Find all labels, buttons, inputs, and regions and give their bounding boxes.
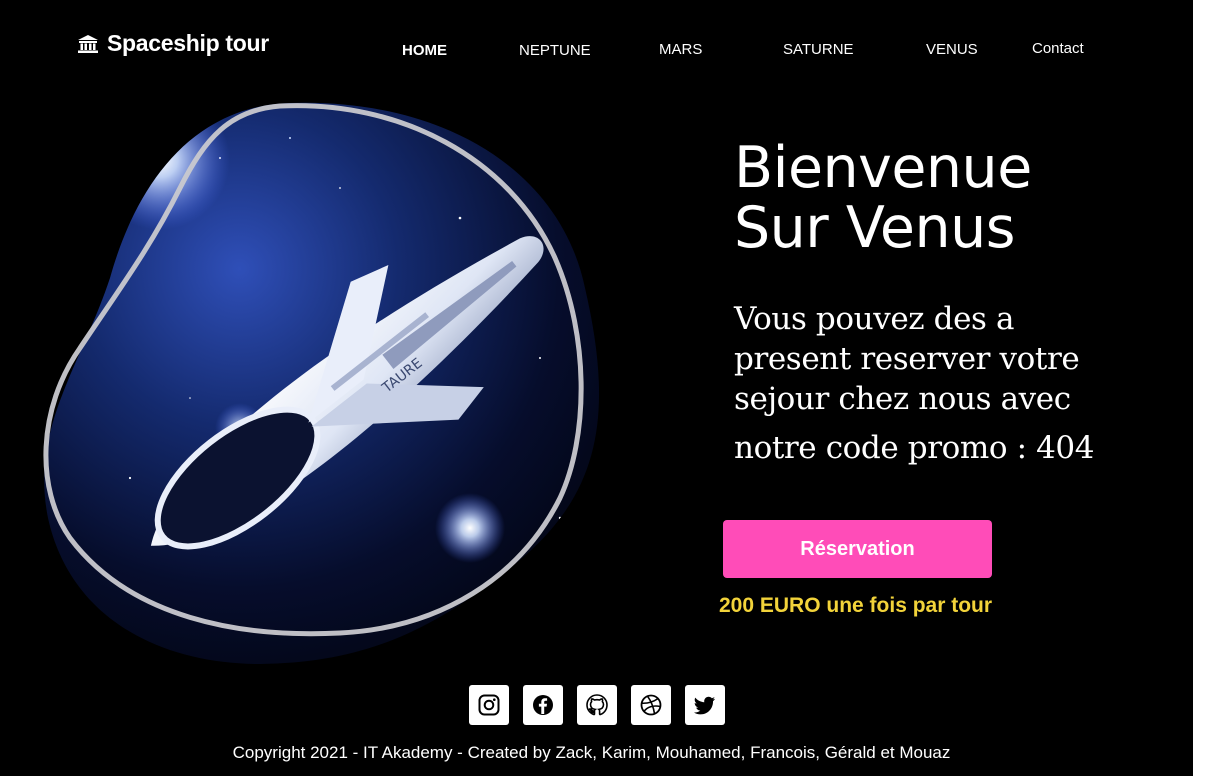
nav-item-contact[interactable]: Contact: [1032, 40, 1084, 57]
nav-item-saturne[interactable]: SATURNE: [783, 41, 854, 58]
hero-description: Vous pouvez des a present reserver votre…: [734, 301, 1080, 417]
dribbble-icon[interactable]: [631, 685, 671, 725]
hero-title-line2: Sur Venus: [734, 195, 1015, 261]
page: Spaceship tour HOME NEPTUNE MARS SATURNE…: [0, 0, 1193, 776]
spaceship-image: TAURE: [40, 98, 610, 668]
reservation-button[interactable]: Réservation: [723, 520, 992, 578]
logo-text: Spaceship tour: [107, 30, 269, 56]
instagram-icon[interactable]: [469, 685, 509, 725]
twitter-icon[interactable]: [685, 685, 725, 725]
nav-item-venus[interactable]: VENUS: [926, 41, 978, 58]
nav-item-neptune[interactable]: NEPTUNE: [519, 42, 591, 59]
hero-title: Bienvenue Sur Venus: [734, 138, 1154, 258]
nav-item-home[interactable]: HOME: [402, 42, 447, 59]
github-icon[interactable]: [577, 685, 617, 725]
price-note: 200 EURO une fois par tour: [719, 594, 993, 617]
facebook-icon[interactable]: [523, 685, 563, 725]
hero-title-line1: Bienvenue: [734, 135, 1032, 201]
bank-icon: [77, 34, 99, 54]
logo[interactable]: Spaceship tour: [77, 30, 269, 57]
copyright-text: Copyright 2021 - IT Akademy - Created by…: [232, 743, 951, 762]
promo-code-text: notre code promo : 404: [734, 430, 1095, 466]
nav-item-mars[interactable]: MARS: [659, 41, 702, 58]
social-links: [469, 685, 725, 725]
